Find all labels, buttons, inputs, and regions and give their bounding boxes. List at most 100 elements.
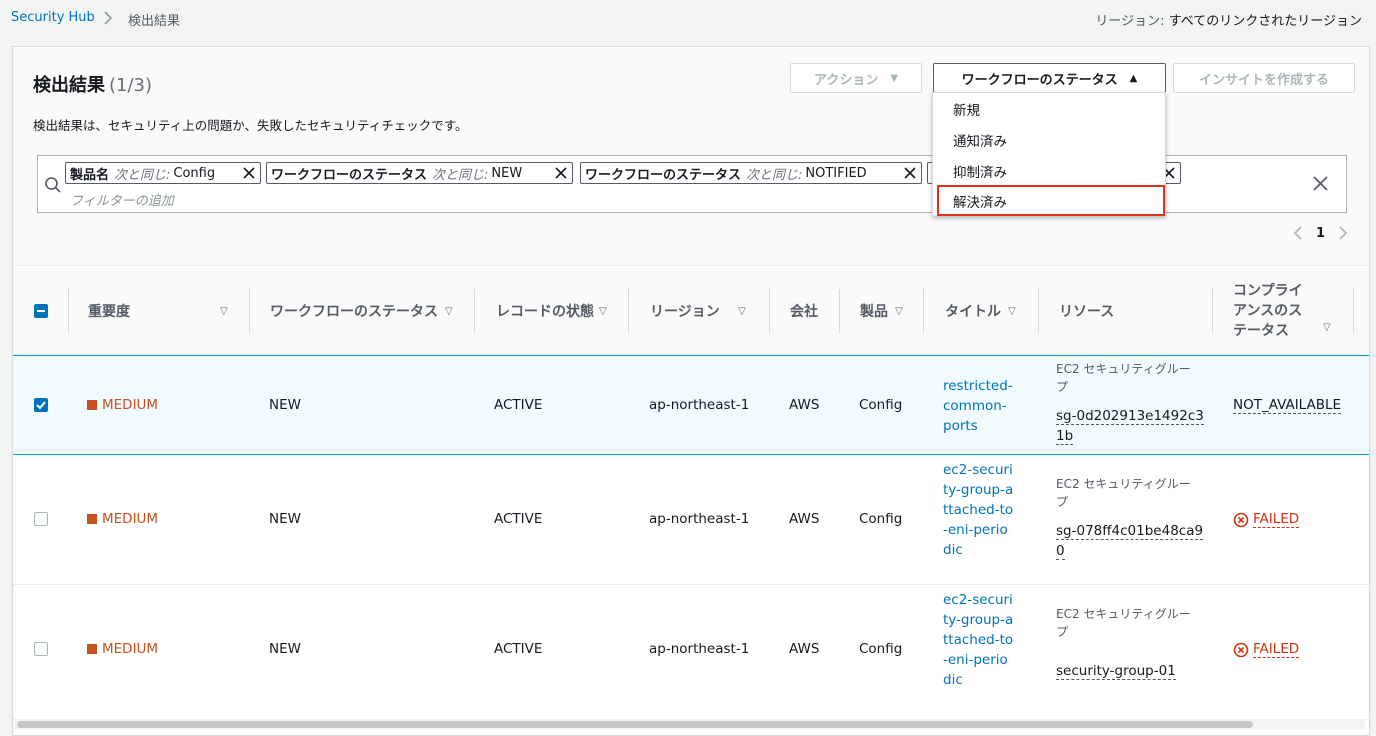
action-button[interactable]: アクション ▼ — [790, 63, 922, 93]
resource-id-text: sg-078ff4c01be48ca90 — [1056, 523, 1204, 560]
severity-medium-icon — [87, 514, 97, 524]
workflow-cell: NEW — [269, 641, 301, 657]
clear-filters-icon[interactable] — [1313, 176, 1328, 191]
row-checkbox[interactable] — [34, 512, 48, 526]
severity-text: MEDIUM — [102, 641, 159, 657]
col-title-label: タイトル — [945, 304, 1001, 320]
col-product[interactable]: 製品 ▽ — [860, 267, 920, 355]
table-header: 重要度 ▽ ワークフローのステータス ▽ レコードの状態 ▽ リージョン ▽ 会… — [13, 267, 1369, 355]
finding-title-link[interactable]: ec2-security-group-attached-to-eni-perio… — [943, 590, 1015, 690]
row-checkbox[interactable] — [34, 398, 48, 412]
compliance-text: FAILED — [1253, 641, 1300, 658]
breadcrumb-current: 検出結果 — [128, 14, 181, 29]
add-filter-input[interactable]: フィルターの追加 — [70, 190, 174, 209]
resource-id-link[interactable]: sg-078ff4c01be48ca90 — [1056, 521, 1206, 561]
selection-count: (1/3) — [109, 75, 153, 96]
horizontal-scrollbar[interactable] — [15, 719, 1365, 729]
chevron-right-icon — [104, 11, 113, 25]
col-resource[interactable]: リソース — [1059, 267, 1159, 355]
compliance-text: FAILED — [1253, 511, 1300, 528]
scrollbar-thumb[interactable] — [17, 721, 1253, 728]
findings-container: 検出結果 (1/3) 検出結果は、セキュリティ上の問題か、失敗したセキュリティチェ… — [12, 46, 1370, 736]
col-severity[interactable]: 重要度 ▽ — [88, 267, 228, 355]
finding-title-link[interactable]: restricted-common-ports — [943, 376, 1015, 436]
menu-item-new[interactable]: 新規 — [933, 93, 1165, 124]
error-circle-icon — [1233, 512, 1249, 527]
resource-id-text: security-group-01 — [1056, 663, 1176, 680]
compliance-status[interactable]: FAILED — [1233, 511, 1300, 528]
menu-item-resolved[interactable]: 解決済み — [937, 185, 1165, 216]
filter-token-operator: 次と同じ: — [746, 167, 803, 183]
region-label: リージョン: — [1095, 14, 1165, 29]
sort-icon: ▽ — [220, 305, 228, 317]
resource-type: EC2 セキュリティグループ — [1056, 477, 1191, 509]
region-value: すべてのリンクされたリージョン — [1168, 14, 1362, 29]
col-workflow-label: ワークフローのステータス — [270, 304, 438, 320]
workflow-status-button[interactable]: ワークフローのステータス ▲ — [933, 63, 1166, 93]
page-number[interactable]: 1 — [1316, 226, 1325, 241]
resource-id-link[interactable]: sg-0d202913e1492c31b — [1056, 406, 1206, 446]
menu-item-notified[interactable]: 通知済み — [933, 124, 1165, 155]
col-record-state[interactable]: レコードの状態 ▽ — [496, 267, 616, 355]
remove-filter-icon[interactable] — [554, 166, 568, 180]
region-cell: ap-northeast-1 — [649, 641, 750, 657]
company-cell: AWS — [789, 641, 820, 657]
error-circle-icon — [1233, 642, 1249, 657]
finding-title-link[interactable]: ec2-security-group-attached-to-eni-perio… — [943, 460, 1015, 560]
filter-token-key: ワークフローのステータス — [585, 167, 742, 183]
action-button-label: アクション — [813, 72, 879, 88]
search-icon — [45, 177, 61, 193]
col-region[interactable]: リージョン ▽ — [650, 267, 760, 355]
sort-icon: ▽ — [895, 305, 903, 317]
table-row[interactable]: MEDIUM NEW ACTIVE ap-northeast-1 AWS Con… — [13, 585, 1369, 720]
record-cell: ACTIVE — [494, 397, 543, 413]
top-bar: Security Hub 検出結果 リージョン: すべてのリンクされたリージョン — [0, 0, 1376, 38]
remove-filter-icon[interactable] — [903, 166, 917, 180]
resource-type: EC2 セキュリティグループ — [1056, 607, 1191, 639]
severity-label: MEDIUM — [87, 397, 158, 413]
compliance-status[interactable]: FAILED — [1233, 641, 1300, 658]
workflow-status-menu: 新規 通知済み 抑制済み 解決済み — [932, 92, 1166, 216]
severity-text: MEDIUM — [102, 511, 159, 527]
col-severity-label: 重要度 — [88, 304, 130, 320]
menu-item-suppressed[interactable]: 抑制済み — [933, 155, 1165, 186]
col-record-label: レコードの状態 — [496, 304, 594, 320]
record-cell: ACTIVE — [494, 511, 543, 527]
filter-token-value: NEW — [491, 165, 523, 181]
table-row[interactable]: MEDIUM NEW ACTIVE ap-northeast-1 AWS Con… — [13, 455, 1369, 585]
page-title: 検出結果 (1/3) — [33, 71, 152, 97]
resource-id-link[interactable]: security-group-01 — [1056, 661, 1206, 681]
severity-label: MEDIUM — [87, 641, 158, 657]
col-compliance[interactable]: コンプライアンスのステータス ▽ — [1233, 267, 1333, 355]
table-row[interactable]: MEDIUM NEW ACTIVE ap-northeast-1 AWS Con… — [13, 355, 1369, 455]
chevron-right-icon[interactable] — [1337, 225, 1349, 241]
select-all-cell — [34, 267, 48, 355]
region-cell: ap-northeast-1 — [649, 511, 750, 527]
col-resource-label: リソース — [1059, 304, 1115, 320]
col-title[interactable]: タイトル ▽ — [945, 267, 1030, 355]
col-region-label: リージョン — [650, 304, 720, 320]
col-company[interactable]: 会社 — [790, 267, 850, 355]
filter-token: ワークフローのステータス 次と同じ: NOTIFIED — [580, 162, 922, 184]
create-insight-button[interactable]: インサイトを作成する — [1173, 63, 1355, 93]
filter-token: 製品名 次と同じ: Config — [65, 162, 261, 184]
workflow-button-label: ワークフローのステータス — [961, 72, 1118, 88]
remove-filter-icon[interactable] — [242, 166, 256, 180]
record-cell: ACTIVE — [494, 641, 543, 657]
select-all-checkbox[interactable] — [34, 304, 48, 318]
chevron-left-icon[interactable] — [1292, 225, 1304, 241]
col-workflow[interactable]: ワークフローのステータス ▽ — [270, 267, 460, 355]
pagination: 1 — [1292, 225, 1349, 241]
sort-icon: ▽ — [738, 305, 746, 317]
workflow-cell: NEW — [269, 397, 301, 413]
filter-token-key: 製品名 — [70, 167, 110, 183]
breadcrumb-security-hub[interactable]: Security Hub — [11, 10, 95, 25]
row-checkbox[interactable] — [34, 642, 48, 656]
compliance-text: NOT_AVAILABLE — [1233, 397, 1342, 414]
filter-token-key: ワークフローのステータス — [271, 167, 428, 183]
sort-icon: ▽ — [1323, 322, 1331, 333]
compliance-status[interactable]: NOT_AVAILABLE — [1233, 397, 1342, 414]
col-product-label: 製品 — [860, 304, 888, 320]
severity-medium-icon — [87, 400, 97, 410]
resource-id-text: sg-0d202913e1492c31b — [1056, 408, 1204, 445]
